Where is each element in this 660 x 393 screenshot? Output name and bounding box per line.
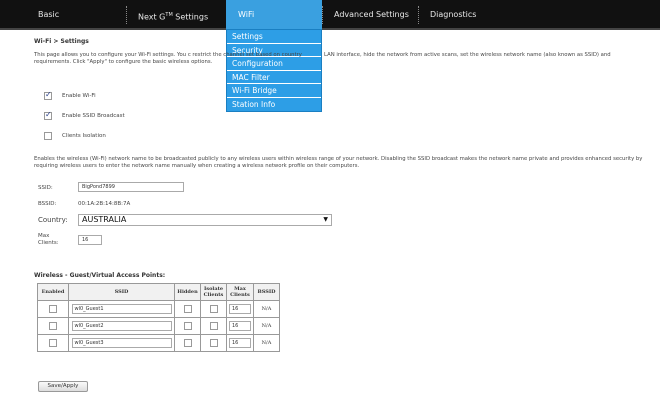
- col-max-clients: Max Clients: [226, 283, 254, 301]
- max-cell: 16: [226, 300, 254, 318]
- hidden-cell: [174, 317, 201, 335]
- enable-wifi-checkbox[interactable]: [44, 90, 52, 100]
- isolate-cell: [200, 300, 227, 318]
- nav-advanced-settings[interactable]: Advanced Settings: [322, 0, 418, 30]
- country-label: Country:: [38, 216, 68, 224]
- guest3-isolate-checkbox[interactable]: [209, 339, 218, 347]
- ssid-cell: wl0_Guest1: [68, 300, 175, 318]
- nav-advanced-label: Advanced Settings: [334, 10, 409, 19]
- nav-diagnostics-label: Diagnostics: [430, 10, 477, 19]
- enable-ssid-broadcast-row: Enable SSID Broadcast: [44, 110, 125, 120]
- enabled-cell: [37, 334, 69, 352]
- enable-wifi-label: Enable Wi-Fi: [62, 93, 96, 99]
- hidden-cell: [174, 334, 201, 352]
- bssid-value: 00:1A:2B:14:8B:7A: [78, 201, 131, 207]
- menu-item-mac-filter[interactable]: MAC Filter: [227, 70, 321, 84]
- guest1-hidden-checkbox[interactable]: [183, 305, 192, 313]
- bssid-label: BSSID:: [38, 201, 57, 207]
- country-select[interactable]: AUSTRALIA ▼: [78, 214, 332, 226]
- wifi-dropdown-menu: Settings Security Configuration MAC Filt…: [226, 29, 322, 112]
- ssid-cell: wl0_Guest3: [68, 334, 175, 352]
- guest2-hidden-checkbox[interactable]: [183, 322, 192, 330]
- ssid-cell: wl0_Guest2: [68, 317, 175, 335]
- guest3-hidden-checkbox[interactable]: [183, 339, 192, 347]
- bssid-cell: N/A: [253, 317, 280, 335]
- nav-wifi-label: WiFi: [238, 10, 255, 19]
- menu-item-wifi-bridge[interactable]: Wi-Fi Bridge: [227, 84, 321, 98]
- ssid-input[interactable]: BigPond7899: [78, 182, 184, 192]
- guest3-enabled-checkbox[interactable]: [49, 339, 57, 347]
- col-hidden: Hidden: [174, 283, 201, 301]
- max-cell: 16: [226, 334, 254, 352]
- ssid-label: SSID:: [38, 185, 53, 191]
- enable-ssid-broadcast-checkbox[interactable]: [44, 110, 52, 120]
- isolate-cell: [200, 334, 227, 352]
- guest-ap-table: Enabled SSID Hidden Isolate Clients Max …: [37, 283, 280, 352]
- top-nav: Basic Next GTM Settings WiFi Advanced Se…: [0, 0, 660, 30]
- enable-ssid-broadcast-label: Enable SSID Broadcast: [62, 113, 125, 119]
- guest2-enabled-checkbox[interactable]: [49, 322, 57, 330]
- guest2-isolate-checkbox[interactable]: [209, 322, 218, 330]
- col-isolate-clients: Isolate Clients: [200, 283, 227, 301]
- enabled-cell: [37, 300, 69, 318]
- nav-next-g-settings[interactable]: Next GTM Settings: [126, 0, 226, 30]
- ssid-broadcast-note: Enables the wireless (Wi-Fi) network nam…: [34, 156, 643, 169]
- guest2-ssid-input[interactable]: wl0_Guest2: [71, 321, 172, 331]
- nav-diagnostics[interactable]: Diagnostics: [418, 0, 518, 30]
- guest1-isolate-checkbox[interactable]: [209, 305, 218, 313]
- nav-wifi[interactable]: WiFi: [226, 0, 322, 30]
- page-description: This page allows you to configure your W…: [34, 52, 302, 65]
- enabled-cell: [37, 317, 69, 335]
- guest1-ssid-input[interactable]: wl0_Guest1: [71, 304, 172, 314]
- nav-next-g-suffix: Settings: [172, 12, 209, 22]
- country-selected-value: AUSTRALIA: [82, 215, 127, 224]
- guest2-max-input[interactable]: 16: [229, 321, 251, 331]
- guest3-max-input[interactable]: 16: [229, 338, 251, 348]
- bssid-cell: N/A: [253, 334, 280, 352]
- clients-isolation-label: Clients Isolation: [62, 133, 106, 139]
- col-ssid: SSID: [68, 283, 175, 301]
- table-row: wl0_Guest3 16 N/A: [37, 334, 280, 352]
- max-clients-input[interactable]: 16: [78, 235, 102, 245]
- breadcrumb: Wi-Fi > Settings: [34, 38, 89, 45]
- clients-isolation-row: Clients Isolation: [44, 132, 106, 140]
- col-bssid: BSSID: [253, 283, 280, 301]
- isolate-cell: [200, 317, 227, 335]
- nav-next-g-label: Next G: [138, 12, 166, 22]
- hidden-cell: [174, 300, 201, 318]
- guest1-enabled-checkbox[interactable]: [49, 305, 57, 313]
- enable-wifi-row: Enable Wi-Fi: [44, 90, 96, 100]
- table-row: wl0_Guest1 16 N/A: [37, 300, 280, 318]
- save-apply-button[interactable]: Save/Apply: [38, 381, 88, 392]
- menu-item-settings[interactable]: Settings: [227, 30, 321, 44]
- nav-basic-label: Basic: [38, 10, 60, 19]
- guest1-max-input[interactable]: 16: [229, 304, 251, 314]
- clients-isolation-checkbox[interactable]: [44, 132, 52, 140]
- menu-item-station-info[interactable]: Station Info: [227, 97, 321, 111]
- bssid-cell: N/A: [253, 300, 280, 318]
- guest-ap-section-title: Wireless - Guest/Virtual Access Points:: [34, 272, 166, 279]
- max-clients-label: Max Clients:: [38, 233, 59, 246]
- table-header-row: Enabled SSID Hidden Isolate Clients Max …: [37, 283, 280, 301]
- nav-basic[interactable]: Basic: [26, 0, 126, 30]
- col-enabled: Enabled: [37, 283, 69, 301]
- guest3-ssid-input[interactable]: wl0_Guest3: [71, 338, 172, 348]
- table-row: wl0_Guest2 16 N/A: [37, 317, 280, 335]
- page-description-continued: LAN interface, hide the network from act…: [324, 52, 611, 58]
- max-cell: 16: [226, 317, 254, 335]
- chevron-down-icon: ▼: [323, 216, 328, 223]
- nav-next-g-sup: TM: [165, 12, 173, 18]
